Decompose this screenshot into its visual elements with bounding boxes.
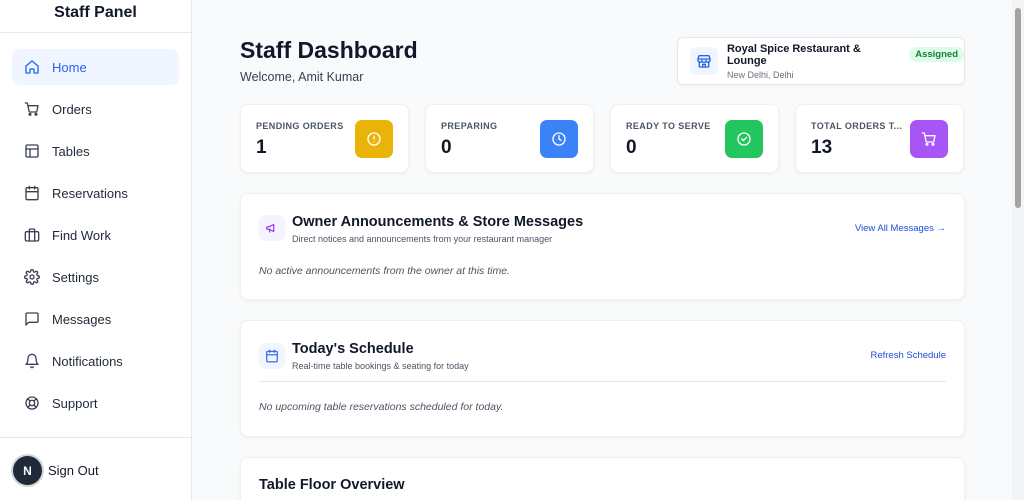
stat-label: PREPARING — [441, 121, 498, 131]
sign-out-button[interactable]: Sign Out — [48, 463, 99, 478]
stat-card-pending[interactable]: PENDING ORDERS 1 — [240, 104, 409, 173]
page-title: Staff Dashboard — [240, 37, 418, 63]
bell-icon — [24, 353, 40, 369]
sidebar-item-reservations[interactable]: Reservations — [12, 175, 179, 211]
sidebar-item-label: Notifications — [52, 353, 123, 369]
sidebar-item-support[interactable]: Support — [12, 385, 179, 421]
sidebar-item-label: Find Work — [52, 227, 111, 243]
sidebar-item-label: Support — [52, 395, 98, 411]
message-icon — [24, 311, 40, 327]
calendar-icon — [259, 343, 285, 369]
stat-label: PENDING ORDERS — [256, 121, 344, 131]
stat-card-ready[interactable]: READY TO SERVE 0 — [610, 104, 779, 173]
sidebar-item-messages[interactable]: Messages — [12, 301, 179, 337]
schedule-empty: No upcoming table reservations scheduled… — [259, 401, 504, 413]
briefcase-icon — [24, 227, 40, 243]
megaphone-icon — [259, 215, 285, 241]
sidebar-item-find-work[interactable]: Find Work — [12, 217, 179, 253]
divider — [259, 381, 946, 382]
stat-card-preparing[interactable]: PREPARING 0 — [425, 104, 594, 173]
sidebar-item-orders[interactable]: Orders — [12, 91, 179, 127]
stat-value: 1 — [256, 137, 267, 158]
store-icon — [690, 47, 718, 75]
sidebar-item-label: Orders — [52, 101, 92, 117]
lifebuoy-icon — [24, 395, 40, 411]
schedule-card: Today's Schedule Real-time table booking… — [240, 320, 965, 437]
sidebar-nav: Home Orders Tables Reservations Find Wor… — [0, 33, 191, 421]
cart-icon — [24, 101, 40, 117]
sidebar-item-label: Settings — [52, 269, 99, 285]
stat-label: TOTAL ORDERS T... — [811, 121, 903, 131]
stat-value: 0 — [441, 137, 452, 158]
gear-icon — [24, 269, 40, 285]
check-circle-icon — [725, 120, 763, 158]
announcements-title: Owner Announcements & Store Messages — [292, 214, 584, 230]
announcements-subtitle: Direct notices and announcements from yo… — [292, 234, 553, 244]
stat-card-total[interactable]: TOTAL ORDERS T... 13 — [795, 104, 964, 173]
stats-row: PENDING ORDERS 1 PREPARING 0 READY TO SE… — [240, 104, 965, 173]
announcements-card: Owner Announcements & Store Messages Dir… — [240, 193, 965, 300]
main-content: Staff Dashboard Welcome, Amit Kumar Roya… — [192, 0, 1012, 500]
clock-icon — [540, 120, 578, 158]
avatar[interactable]: N — [13, 456, 42, 485]
restaurant-card[interactable]: Royal Spice Restaurant & Lounge Assigned… — [677, 37, 965, 85]
floor-overview-card: Table Floor Overview — [240, 457, 965, 500]
view-all-messages-link[interactable]: View All Messages → — [855, 223, 946, 234]
sidebar-footer: N Sign Out — [0, 437, 191, 485]
calendar-icon — [24, 185, 40, 201]
sidebar-item-label: Home — [52, 59, 87, 75]
restaurant-name: Royal Spice Restaurant & Lounge — [726, 42, 861, 67]
stat-value: 13 — [811, 137, 833, 158]
sidebar-item-settings[interactable]: Settings — [12, 259, 179, 295]
announcements-empty: No active announcements from the owner a… — [259, 265, 510, 277]
welcome-text: Welcome, Amit Kumar — [240, 70, 364, 84]
sidebar-item-label: Messages — [52, 311, 112, 327]
sidebar-item-notifications[interactable]: Notifications — [12, 343, 179, 379]
schedule-subtitle: Real-time table bookings & seating for t… — [292, 361, 469, 371]
sidebar-item-tables[interactable]: Tables — [12, 133, 179, 169]
alert-circle-icon — [355, 120, 393, 158]
home-icon — [24, 59, 40, 75]
restaurant-location: New Delhi, Delhi — [726, 69, 794, 80]
sidebar-item-label: Tables — [52, 143, 90, 159]
sidebar-brand: Staff Panel — [0, 0, 191, 33]
status-badge: Assigned — [909, 47, 964, 62]
page-scrollbar[interactable] — [1012, 0, 1024, 500]
stat-value: 0 — [626, 137, 637, 158]
floor-overview-title: Table Floor Overview — [259, 477, 405, 493]
table-icon — [24, 143, 40, 159]
stat-label: READY TO SERVE — [626, 121, 711, 131]
refresh-schedule-button[interactable]: Refresh Schedule — [870, 350, 946, 361]
sidebar-item-home[interactable]: Home — [12, 49, 179, 85]
sidebar: Staff Panel Home Orders Tables Reservati… — [0, 0, 192, 500]
cart-icon — [910, 120, 948, 158]
sidebar-item-label: Reservations — [52, 185, 128, 201]
scrollbar-thumb[interactable] — [1015, 8, 1021, 208]
schedule-title: Today's Schedule — [292, 341, 414, 357]
